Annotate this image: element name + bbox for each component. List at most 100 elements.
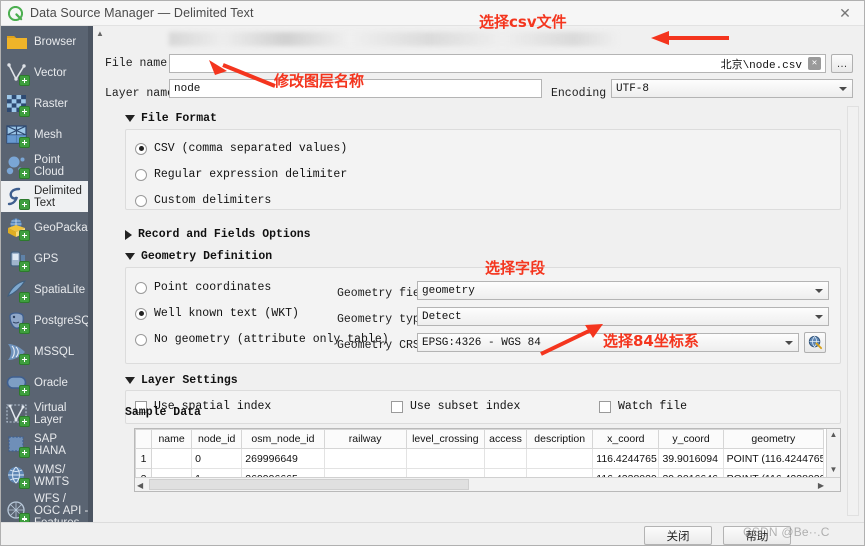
cell-osm-node-id[interactable]: 269996649: [241, 448, 325, 469]
cell-access[interactable]: [483, 448, 528, 469]
scrollbar-thumb[interactable]: [149, 479, 469, 490]
geometry-type-value: Detect: [422, 310, 462, 323]
column-header-geometry[interactable]: geometry: [722, 429, 825, 449]
record-fields-header[interactable]: Record and Fields Options: [125, 228, 311, 241]
scroll-left-icon[interactable]: ◀: [137, 481, 143, 490]
table-horizontal-scrollbar[interactable]: ◀ ▶: [135, 477, 840, 491]
sidebar-item-label: Vector: [34, 66, 67, 79]
sidebar-item-label: GPS: [34, 252, 59, 265]
sidebar-item-gps[interactable]: GPS: [1, 243, 93, 274]
cell-geometry[interactable]: POINT (116.4244765 3: [722, 448, 825, 469]
record-fields-title: Record and Fields Options: [138, 228, 311, 241]
sidebar-item-label: MSSQL: [34, 345, 75, 358]
sidebar-item-label: PostgreSQL: [34, 314, 93, 327]
radio-point-coordinates[interactable]: Point coordinates: [135, 281, 271, 294]
checkbox-use-subset-index[interactable]: Use subset index: [391, 400, 520, 413]
cell-railway[interactable]: [323, 448, 407, 469]
close-icon[interactable]: ✕: [824, 1, 864, 26]
encoding-value: UTF-8: [616, 82, 650, 95]
layer-settings-header[interactable]: Layer Settings: [125, 374, 238, 387]
sidebar-item-postgresql[interactable]: PostgreSQL: [1, 305, 93, 336]
cell-level-crossing[interactable]: [405, 448, 485, 469]
checkbox-indicator: [391, 400, 403, 413]
layer-name-value: node: [174, 82, 201, 95]
encoding-combobox[interactable]: UTF-8: [611, 79, 853, 98]
browse-file-button[interactable]: …: [831, 54, 853, 73]
table-vertical-scrollbar[interactable]: ▲ ▼: [826, 429, 840, 477]
column-header-osm-node-id[interactable]: osm_node_id: [241, 429, 325, 449]
geometry-definition-header[interactable]: Geometry Definition: [125, 250, 272, 263]
column-header-description[interactable]: description: [526, 429, 594, 449]
add-badge-icon: [19, 322, 30, 334]
cell-node-id[interactable]: 0: [191, 448, 243, 469]
sidebar-item-delimited-text[interactable]: Delimited Text: [1, 181, 93, 212]
browse-file-label: …: [836, 57, 848, 70]
row-number: 1: [135, 448, 153, 469]
radio-indicator: [135, 281, 147, 294]
column-header-name[interactable]: name: [151, 429, 193, 449]
layer-name-row: Layer name: [105, 87, 174, 100]
scroll-up-icon[interactable]: ▲: [95, 28, 105, 39]
sidebar-item-sap-hana[interactable]: SAP HANA: [1, 429, 93, 460]
clear-file-name-icon[interactable]: ✕: [808, 57, 821, 70]
sidebar-item-mesh[interactable]: Mesh: [1, 119, 93, 150]
add-badge-icon: [19, 74, 30, 86]
chevron-down-icon: [815, 314, 823, 319]
add-badge-icon: [19, 384, 30, 396]
file-format-header[interactable]: File Format: [125, 112, 217, 125]
sidebar-item-browser[interactable]: Browser: [1, 26, 93, 57]
add-badge-icon: [19, 167, 30, 179]
radio-well-known-text[interactable]: Well known text (WKT): [135, 307, 299, 320]
sidebar-scrollbar[interactable]: [88, 26, 93, 545]
scroll-right-icon[interactable]: ▶: [818, 481, 824, 490]
scroll-down-icon[interactable]: ▼: [827, 465, 840, 474]
radio-regex-delimiter[interactable]: Regular expression delimiter: [135, 168, 347, 181]
cell-name[interactable]: [151, 448, 193, 469]
sidebar-item-point-cloud[interactable]: Point Cloud: [1, 150, 93, 181]
cell-x-coord[interactable]: 116.4244765: [592, 448, 660, 469]
geometry-definition-title: Geometry Definition: [141, 250, 273, 263]
main-vertical-scrollbar[interactable]: [847, 106, 859, 516]
file-name-row: File name: [105, 57, 167, 70]
sample-data-title: Sample Data: [125, 406, 201, 419]
sidebar-item-raster[interactable]: Raster: [1, 88, 93, 119]
column-header-level-crossing[interactable]: level_crossing: [405, 429, 485, 449]
radio-csv[interactable]: CSV (comma separated values): [135, 142, 347, 155]
cell-description[interactable]: [526, 448, 594, 469]
encoding-row: Encoding: [551, 87, 606, 100]
annotation-select-wgs84-crs: 选择84坐标系: [603, 332, 699, 350]
column-header-railway[interactable]: railway: [323, 429, 407, 449]
column-header-access[interactable]: access: [483, 429, 528, 449]
checkbox-watch-file[interactable]: Watch file: [599, 400, 687, 413]
csdn-watermark: CSDN @Be··.C: [743, 525, 830, 539]
sidebar-item-virtual-layer[interactable]: Virtual Layer: [1, 398, 93, 429]
mssql-icon: [5, 340, 30, 365]
sidebar-item-wms-wmts[interactable]: WMS/ WMTS: [1, 460, 93, 491]
add-badge-icon: [19, 105, 30, 117]
postgresql-icon: [5, 309, 30, 334]
folder-icon: [5, 30, 29, 54]
sidebar[interactable]: Browser Vector Raster Mesh Point Cloud D…: [1, 26, 93, 545]
scroll-up-icon[interactable]: ▲: [827, 430, 840, 439]
sidebar-item-geopackage[interactable]: GeoPackage: [1, 212, 93, 243]
sidebar-item-mssql[interactable]: MSSQL: [1, 336, 93, 367]
geometry-type-combobox[interactable]: Detect: [417, 307, 829, 326]
sidebar-item-vector[interactable]: Vector: [1, 57, 93, 88]
sidebar-item-spatialite[interactable]: SpatiaLite: [1, 274, 93, 305]
geopackage-icon: [5, 216, 30, 241]
footer-bar: 关闭 帮助: [1, 522, 864, 545]
cell-y-coord[interactable]: 39.9016094: [658, 448, 724, 469]
radio-custom-delimiters[interactable]: Custom delimiters: [135, 194, 271, 207]
close-button[interactable]: 关闭: [644, 526, 712, 545]
geometry-field-combobox[interactable]: geometry: [417, 281, 829, 300]
column-header-rownum: [135, 429, 153, 449]
table-row[interactable]: 1 0 269996649 116.4244765 39.9016094 POI…: [135, 448, 825, 469]
column-header-y-coord[interactable]: y_coord: [658, 429, 724, 449]
sidebar-item-oracle[interactable]: Oracle: [1, 367, 93, 398]
crs-select-button[interactable]: [804, 332, 826, 353]
sample-data-table[interactable]: name node_id osm_node_id railway level_c…: [134, 428, 841, 492]
annotation-arrow-csv: [651, 31, 729, 45]
close-glyph: ✕: [839, 5, 851, 21]
column-header-node-id[interactable]: node_id: [191, 429, 243, 449]
column-header-x-coord[interactable]: x_coord: [592, 429, 660, 449]
